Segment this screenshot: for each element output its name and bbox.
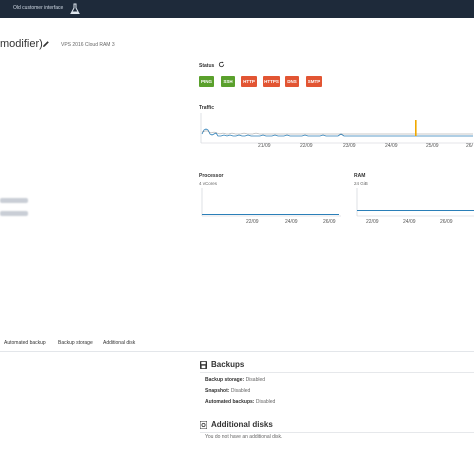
ram-chart [356, 188, 474, 217]
traffic-tick: 25/09 [426, 143, 439, 149]
tab-divider [0, 351, 474, 352]
traffic-tick: 22/09 [300, 143, 313, 149]
row-key: Backup storage: [205, 377, 245, 383]
status-label: Status [199, 63, 215, 69]
blurred-ip-address [0, 198, 28, 203]
traffic-tick: 26/ [466, 143, 473, 149]
backup-storage-row: Backup storage: Disabled [205, 377, 265, 383]
ram-label: RAM [354, 173, 366, 179]
row-value: Disabled [255, 399, 276, 405]
ram-tick: 24/09 [403, 219, 416, 225]
disk-icon [200, 421, 207, 429]
traffic-tick: 24/09 [385, 143, 398, 149]
flask-icon[interactable] [70, 3, 80, 15]
processor-sub-label: 4 vCores [199, 181, 218, 186]
top-navigation-bar: Old customer interface [0, 0, 474, 18]
disks-divider [200, 432, 474, 433]
pencil-icon[interactable] [42, 40, 50, 48]
http-badge: HTTP [241, 76, 257, 87]
tab-automated-backup[interactable]: Automated backup [4, 340, 46, 346]
processor-tick: 22/09 [246, 219, 259, 225]
traffic-label: Traffic [199, 105, 215, 111]
automated-backups-row: Automated backups: Disabled [205, 399, 275, 405]
ssh-badge: SSH [221, 76, 235, 87]
traffic-spike [415, 120, 417, 136]
blurred-ip-address [0, 211, 28, 216]
tab-additional-disk[interactable]: Additional disk [103, 340, 135, 346]
traffic-tick: 21/09 [258, 143, 271, 149]
dns-badge: DNS [285, 76, 299, 87]
traffic-tick: 23/09 [343, 143, 356, 149]
processor-chart [201, 188, 341, 217]
processor-label: Processor [199, 173, 224, 179]
refresh-icon[interactable] [218, 61, 225, 68]
traffic-chart [200, 113, 474, 144]
save-icon [200, 361, 207, 369]
row-value: Disabled [245, 377, 266, 383]
server-subtitle: VPS 2016 Cloud RAM 3 [61, 42, 115, 48]
row-value: Disabled [230, 388, 251, 394]
processor-tick: 24/09 [285, 219, 298, 225]
ram-tick: 26/09 [440, 219, 453, 225]
processor-tick: 26/09 [323, 219, 336, 225]
https-badge: HTTPS [263, 76, 280, 87]
snapshot-row: Snapshot: Disabled [205, 388, 250, 394]
no-disk-message: You do not have an additional disk. [205, 434, 283, 440]
traffic-series-line [201, 128, 473, 137]
ping-badge: PING [199, 76, 214, 87]
traffic-secondary-line [201, 130, 473, 135]
ram-sub-label: 24 GiB [354, 181, 368, 186]
page-title: modifier) [0, 38, 43, 50]
smtp-badge: SMTP [306, 76, 322, 87]
row-key: Automated backups: [205, 399, 255, 405]
backups-divider [200, 372, 474, 373]
tab-backup-storage[interactable]: Backup storage [58, 340, 93, 346]
backups-title: Backups [211, 360, 245, 369]
additional-disks-title: Additional disks [211, 420, 273, 429]
ram-tick: 22/09 [366, 219, 379, 225]
row-key: Snapshot: [205, 388, 230, 394]
old-interface-link[interactable]: Old customer interface [13, 5, 63, 11]
